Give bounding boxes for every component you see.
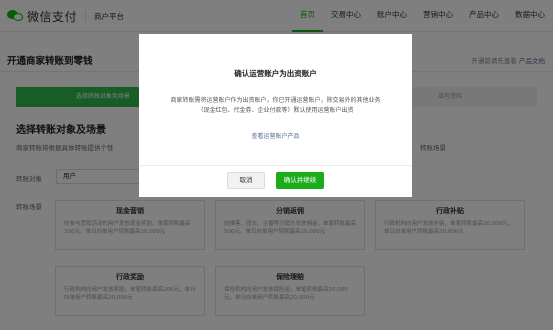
modal-body-line-2: （现金红包、代金券、企业付款等）默认使用运营账户出资 xyxy=(197,107,354,114)
modal-title: 确认运营账户为出资账户 xyxy=(234,69,317,78)
confirm-modal: 确认运营账户为出资账户 商家转账需将运营账户作为出资账户，你已开通运营账户，除交… xyxy=(139,34,412,197)
view-operating-account-link[interactable]: 查看运营账户产品 xyxy=(139,131,412,140)
modal-body-line-1: 商家转账需将运营账户作为出资账户，你已开通运营账户，除交易外的其他业务 xyxy=(170,97,381,104)
modal-divider xyxy=(139,165,412,166)
page: 微信支付 商户平台 首页 交易中心 账户中心 营销中心 产品中心 数据中心 开通… xyxy=(0,0,553,330)
confirm-button[interactable]: 确认并继续 xyxy=(276,172,324,189)
cancel-button[interactable]: 取消 xyxy=(227,172,265,189)
modal-body: 商家转账需将运营账户作为出资账户，你已开通运营账户，除交易外的其他业务 （现金红… xyxy=(163,96,388,116)
